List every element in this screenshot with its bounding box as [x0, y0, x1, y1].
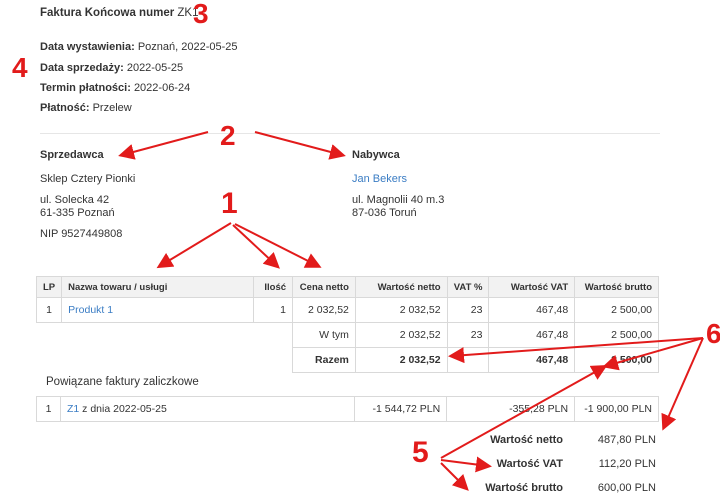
arrow-1-name [156, 222, 232, 269]
arrow-2-seller [118, 131, 209, 160]
arrow-5-gross [440, 462, 469, 491]
annotation-arrows [118, 131, 704, 491]
arrow-6-gross [661, 337, 704, 431]
arrow-5-advance [440, 365, 608, 459]
arrow-1-qty [232, 224, 280, 269]
arrow-5-vat [440, 456, 492, 473]
arrow-2-buyer [254, 131, 346, 160]
arrow-1-price [234, 223, 322, 268]
arrow-6-net [448, 337, 704, 364]
